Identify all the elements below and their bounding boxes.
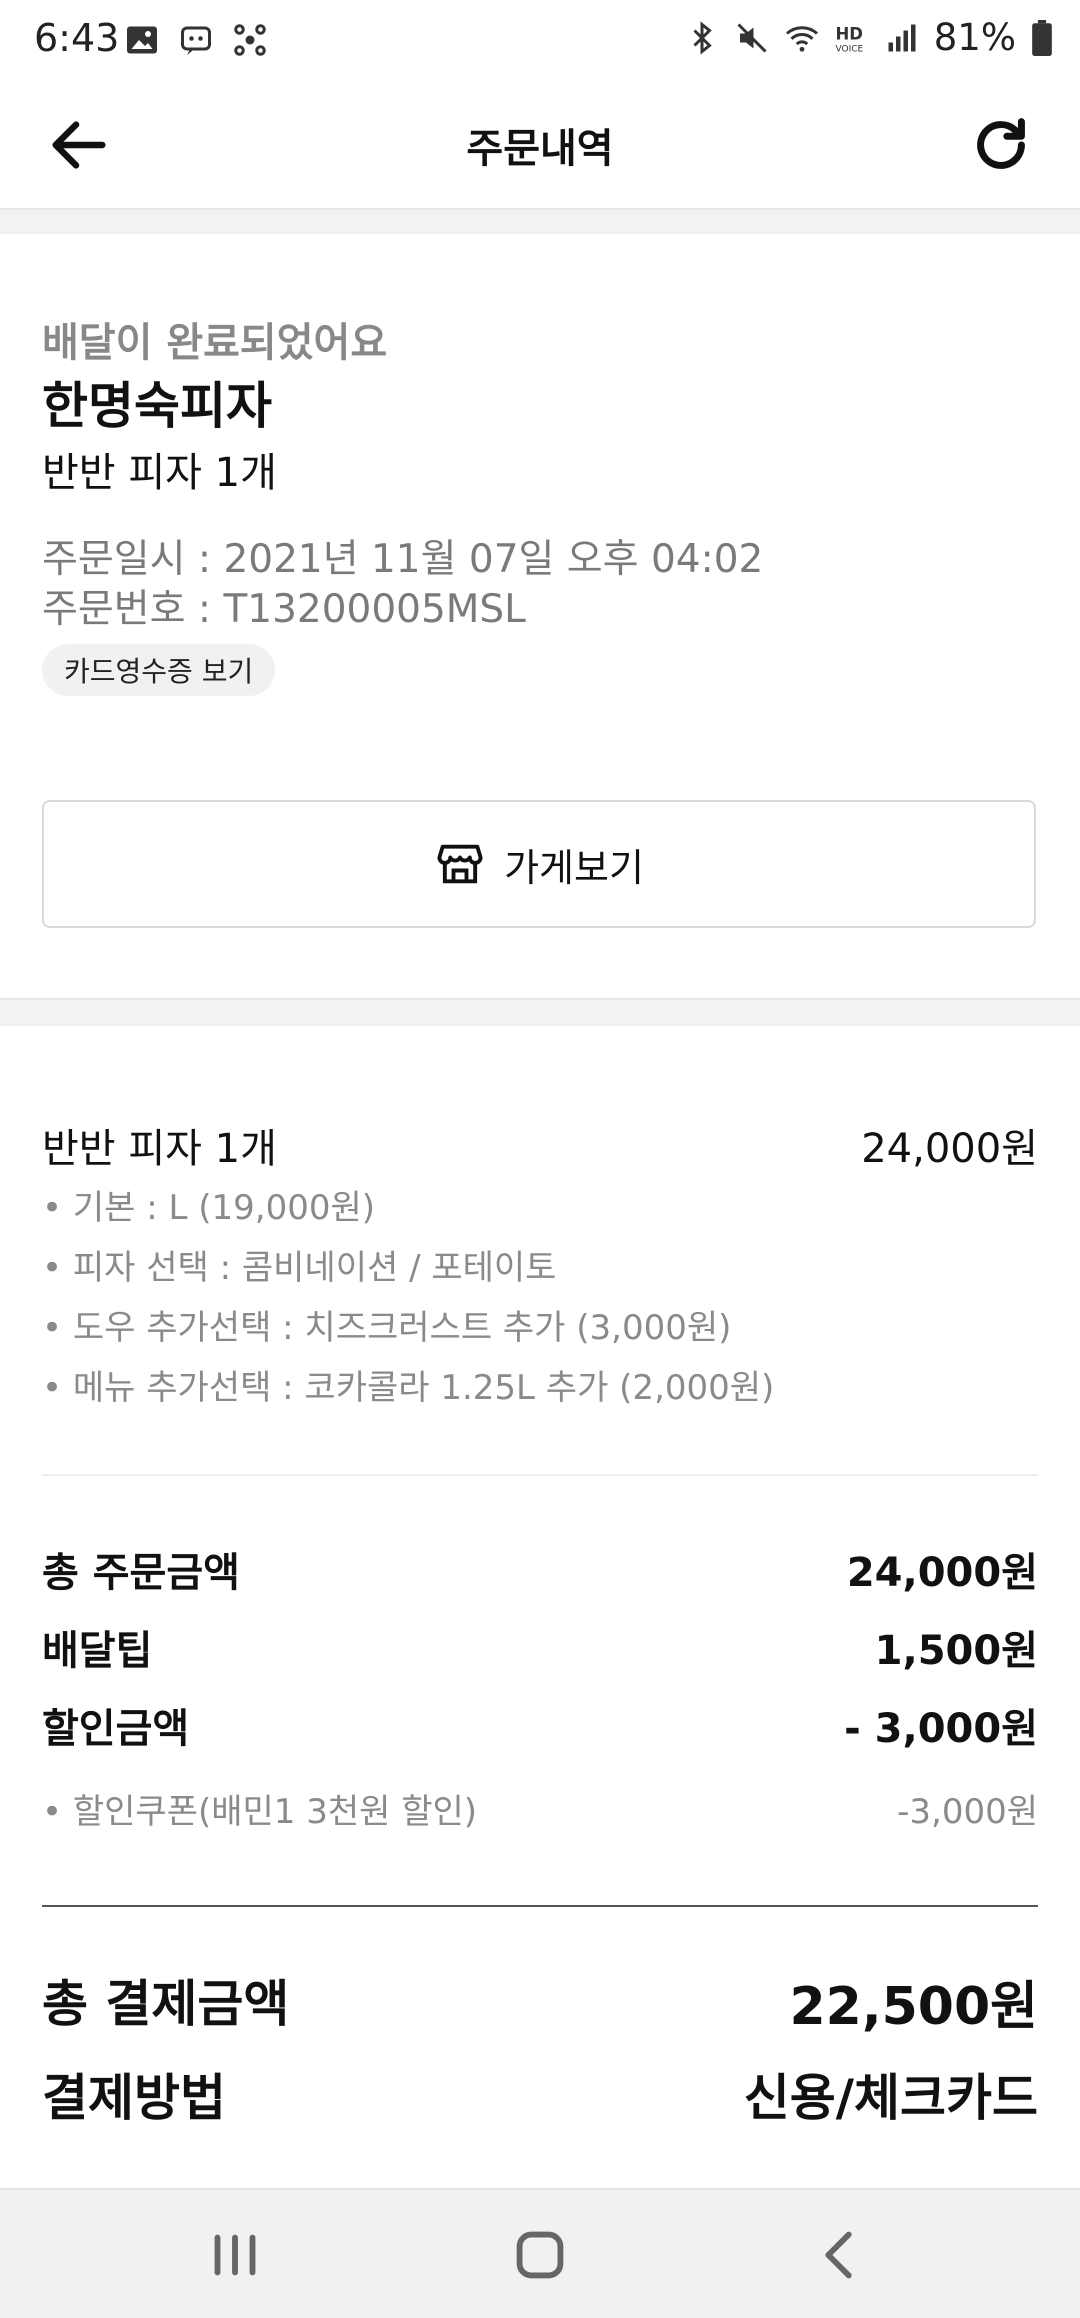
discount-value: - 3,000원 [844,1706,1038,1752]
order-total-value: 24,000원 [846,1550,1038,1596]
menu-option: • 도우 추가선택 : 치즈크러스트 추가 (3,000원) [42,1308,732,1348]
signal-icon [888,24,916,51]
page-title: 주문내역 [466,126,614,172]
delivery-tip-row: 배달팁 1,500원 [42,1618,1038,1674]
connection-icon [234,24,266,56]
view-store-button[interactable]: 가게보기 [42,800,1036,928]
store-name: 한명숙피자 [42,377,272,435]
store-icon [437,844,483,884]
menu-option: • 피자 선택 : 콤비네이션 / 포테이토 [42,1248,557,1288]
refresh-icon[interactable] [966,110,1036,180]
system-nav-bar [0,2188,1080,2318]
order-date: 주문일시 : 2021년 11월 07일 오후 04:02 [42,537,764,582]
view-store-label: 가게보기 [504,845,644,890]
menu-item-price: 24,000원 [861,1126,1038,1172]
discount-label: 할인금액 [42,1706,190,1752]
coupon-label: • 할인쿠폰(배민1 3천원 할인) [42,1792,478,1832]
delivery-tip-label: 배달팁 [42,1628,153,1674]
recent-apps-icon[interactable] [200,2220,270,2290]
back-icon[interactable] [805,2220,875,2290]
coupon-row: • 할인쿠폰(배민1 3천원 할인) -3,000원 [42,1784,1038,1834]
payment-method-value: 신용/체크카드 [743,2069,1038,2127]
order-info-section: 배달이 완료되었어요 한명숙피자 반반 피자 1개 주문일시 : 2021년 1… [0,234,1080,998]
menu-option: • 메뉴 추가선택 : 코카콜라 1.25L 추가 (2,000원) [42,1368,775,1408]
hd-voice-icon: HDVOICE [835,24,863,54]
payment-method-label: 결제방법 [42,2069,226,2127]
chat-bot-icon [181,26,211,55]
divider [42,1905,1038,1907]
card-receipt-button[interactable]: 카드영수증 보기 [42,644,276,696]
order-total-label: 총 주문금액 [42,1550,240,1596]
order-number: 주문번호 : T13200005MSL [42,587,526,632]
delivery-tip-value: 1,500원 [874,1628,1038,1674]
payment-total-row: 총 결제금액 22,500원 [42,1964,1038,2037]
status-time: 6:43 [34,16,120,60]
menu-item-name: 반반 피자 1개 [42,1126,277,1172]
mute-icon [737,22,767,53]
app-header: 주문내역 [0,82,1080,210]
discount-row: 할인금액 - 3,000원 [42,1696,1038,1752]
bluetooth-icon [693,20,712,55]
wifi-icon [785,25,818,52]
payment-total-label: 총 결제금액 [42,1975,290,2033]
home-icon[interactable] [505,2220,575,2290]
svg-text:VOICE: VOICE [835,44,863,54]
battery-percentage: 81% [933,16,1016,59]
svg-text:HD: HD [835,24,863,43]
section-divider [0,210,1080,234]
order-summary: 반반 피자 1개 [42,450,277,496]
status-bar: 6:43 HD VOICE 81% [0,0,1080,82]
divider [42,1474,1038,1476]
coupon-value: -3,000원 [897,1792,1038,1832]
section-divider [0,998,1080,1026]
order-total-row: 총 주문금액 24,000원 [42,1540,1038,1596]
menu-option: • 기본 : L (19,000원) [42,1188,376,1228]
delivery-status: 배달이 완료되었어요 [42,320,388,366]
image-icon [127,26,157,54]
payment-total-value: 22,500원 [789,1977,1038,2037]
battery-icon [1032,19,1052,56]
payment-method-row: 결제방법 신용/체크카드 [42,2058,1038,2128]
menu-item-row: 반반 피자 1개 24,000원 [42,1116,1038,1172]
